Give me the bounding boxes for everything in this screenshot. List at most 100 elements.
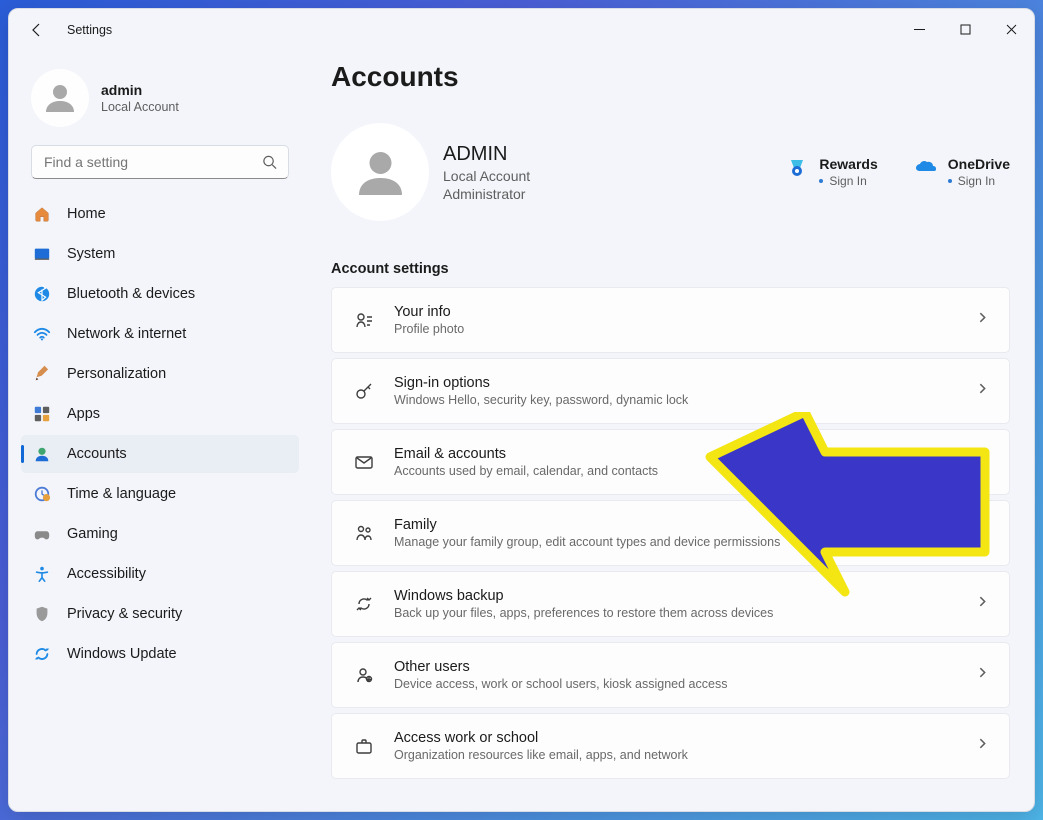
card-title: Other users xyxy=(394,659,976,675)
sidebar-item-system[interactable]: System xyxy=(21,235,299,273)
chevron-right-icon xyxy=(976,595,989,613)
card-signin-options[interactable]: Sign-in options Windows Hello, security … xyxy=(331,358,1010,424)
section-title: Account settings xyxy=(331,261,1010,277)
status-dot xyxy=(948,179,952,183)
email-icon xyxy=(352,450,376,474)
close-button[interactable] xyxy=(988,9,1034,49)
sidebar-item-home[interactable]: Home xyxy=(21,195,299,233)
card-title: Family xyxy=(394,517,976,533)
bluetooth-icon xyxy=(31,283,53,305)
family-icon xyxy=(352,521,376,545)
user-subtitle: Local Account xyxy=(101,100,179,114)
sidebar-user-block[interactable]: admin Local Account xyxy=(9,61,311,145)
card-title: Sign-in options xyxy=(394,375,976,391)
sidebar-item-label: Privacy & security xyxy=(67,606,182,622)
home-icon xyxy=(31,203,53,225)
sidebar-nav: Home System Bluetooth & devices xyxy=(9,191,311,673)
sidebar-item-accessibility[interactable]: Accessibility xyxy=(21,555,299,593)
personalization-icon xyxy=(31,363,53,385)
sidebar-item-label: Personalization xyxy=(67,366,166,382)
other-users-icon xyxy=(352,663,376,687)
sidebar-item-label: Bluetooth & devices xyxy=(67,286,195,302)
account-header: ADMIN Local Account Administrator Reward… xyxy=(331,123,1010,221)
sidebar: admin Local Account Home xyxy=(9,51,311,811)
system-icon xyxy=(31,243,53,265)
card-title: Your info xyxy=(394,304,976,320)
sidebar-item-network[interactable]: Network & internet xyxy=(21,315,299,353)
sidebar-item-label: Home xyxy=(67,206,106,222)
key-icon xyxy=(352,379,376,403)
window-title: Settings xyxy=(67,23,112,37)
minimize-button[interactable] xyxy=(896,9,942,49)
promo-title: OneDrive xyxy=(948,156,1010,172)
network-icon xyxy=(31,323,53,345)
window-controls xyxy=(896,9,1034,49)
titlebar: Settings xyxy=(9,9,1034,51)
chevron-right-icon xyxy=(976,311,989,329)
status-dot xyxy=(819,179,823,183)
card-title: Email & accounts xyxy=(394,446,976,462)
rewards-link[interactable]: Rewards Sign In xyxy=(785,156,877,188)
main-content: Accounts ADMIN Local Account Administrat… xyxy=(311,51,1034,811)
accounts-icon xyxy=(31,443,53,465)
sidebar-item-time[interactable]: Time & language xyxy=(21,475,299,513)
promo-action: Sign In xyxy=(829,174,866,188)
user-name: admin xyxy=(101,82,179,98)
sidebar-item-update[interactable]: Windows Update xyxy=(21,635,299,673)
search-input[interactable] xyxy=(31,145,289,179)
chevron-right-icon xyxy=(976,737,989,755)
card-subtitle: Manage your family group, edit account t… xyxy=(394,535,976,549)
chevron-right-icon xyxy=(976,666,989,684)
rewards-icon xyxy=(785,156,809,180)
promo-action: Sign In xyxy=(958,174,995,188)
card-subtitle: Accounts used by email, calendar, and co… xyxy=(394,464,976,478)
settings-card-list: Your info Profile photo Sign-in options … xyxy=(331,287,1010,779)
sidebar-item-gaming[interactable]: Gaming xyxy=(21,515,299,553)
chevron-right-icon xyxy=(976,382,989,400)
onedrive-icon xyxy=(914,156,938,180)
apps-icon xyxy=(31,403,53,425)
card-subtitle: Device access, work or school users, kio… xyxy=(394,677,976,691)
card-family[interactable]: Family Manage your family group, edit ac… xyxy=(331,500,1010,566)
card-access-work[interactable]: Access work or school Organization resou… xyxy=(331,713,1010,779)
page-title: Accounts xyxy=(331,61,1010,93)
onedrive-link[interactable]: OneDrive Sign In xyxy=(914,156,1010,188)
card-subtitle: Profile photo xyxy=(394,322,976,336)
sidebar-item-label: Accessibility xyxy=(67,566,146,582)
card-title: Access work or school xyxy=(394,730,976,746)
sidebar-item-accounts[interactable]: Accounts xyxy=(21,435,299,473)
time-icon xyxy=(31,483,53,505)
card-email-accounts[interactable]: Email & accounts Accounts used by email,… xyxy=(331,429,1010,495)
card-your-info[interactable]: Your info Profile photo xyxy=(331,287,1010,353)
sidebar-item-label: Time & language xyxy=(67,486,176,502)
card-subtitle: Organization resources like email, apps,… xyxy=(394,748,976,762)
maximize-button[interactable] xyxy=(942,9,988,49)
card-subtitle: Windows Hello, security key, password, d… xyxy=(394,393,976,407)
chevron-right-icon xyxy=(976,453,989,471)
sidebar-item-privacy[interactable]: Privacy & security xyxy=(21,595,299,633)
card-windows-backup[interactable]: Windows backup Back up your files, apps,… xyxy=(331,571,1010,637)
accessibility-icon xyxy=(31,563,53,585)
search-icon xyxy=(262,155,277,170)
account-avatar xyxy=(331,123,429,221)
gaming-icon xyxy=(31,523,53,545)
sidebar-item-apps[interactable]: Apps xyxy=(21,395,299,433)
update-icon xyxy=(31,643,53,665)
settings-window: Settings admin xyxy=(8,8,1035,812)
sidebar-item-label: Windows Update xyxy=(67,646,177,662)
promo-title: Rewards xyxy=(819,156,877,172)
account-type: Local Account xyxy=(443,168,530,184)
sidebar-item-label: Network & internet xyxy=(67,326,186,342)
account-role: Administrator xyxy=(443,186,530,202)
backup-icon xyxy=(352,592,376,616)
your-info-icon xyxy=(352,308,376,332)
sidebar-item-label: System xyxy=(67,246,115,262)
sidebar-item-label: Gaming xyxy=(67,526,118,542)
back-button[interactable] xyxy=(29,22,45,38)
sidebar-item-personalization[interactable]: Personalization xyxy=(21,355,299,393)
sidebar-item-label: Accounts xyxy=(67,446,127,462)
briefcase-icon xyxy=(352,734,376,758)
card-other-users[interactable]: Other users Device access, work or schoo… xyxy=(331,642,1010,708)
card-subtitle: Back up your files, apps, preferences to… xyxy=(394,606,976,620)
sidebar-item-bluetooth[interactable]: Bluetooth & devices xyxy=(21,275,299,313)
